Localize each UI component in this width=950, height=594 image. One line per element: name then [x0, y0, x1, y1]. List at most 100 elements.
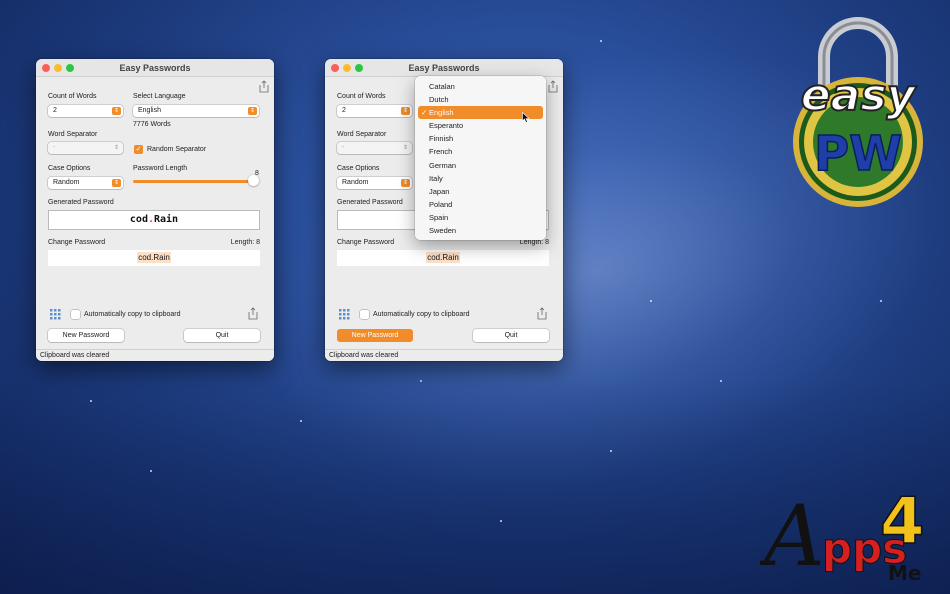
checkmark-icon: ✓: [421, 108, 428, 118]
select-language-popup[interactable]: English ⇕: [133, 105, 259, 117]
window-titlebar: Easy Passwords: [325, 59, 563, 77]
word-separator-label: Word Separator: [48, 131, 98, 138]
language-option-label: German: [429, 160, 457, 170]
word-separator-value: -: [342, 144, 345, 151]
case-options-value: Random: [53, 179, 80, 186]
language-option-catalan[interactable]: Catalan: [415, 80, 546, 93]
case-options-value: Random: [342, 179, 369, 186]
logo-apps-a: A: [760, 487, 825, 585]
language-option-label: French: [429, 147, 453, 157]
generated-password-label: Generated Password: [337, 199, 403, 206]
language-option-label: Japan: [429, 186, 450, 196]
language-option-label: Finnish: [429, 134, 454, 144]
language-option-spain[interactable]: Spain: [415, 211, 546, 224]
language-dropdown-menu: Catalan Dutch ✓ English Esperanto Finnish Fren…: [415, 76, 546, 240]
case-options-popup[interactable]: Random ⇕: [48, 177, 123, 189]
zoom-window-button[interactable]: [355, 64, 363, 72]
share-icon[interactable]: [248, 307, 258, 320]
quit-button[interactable]: Quit: [473, 329, 549, 342]
grid-icon[interactable]: [339, 309, 350, 320]
change-password-field[interactable]: cod.Rain: [337, 250, 549, 266]
logo-easy-text: easy: [801, 70, 918, 121]
grid-icon[interactable]: [50, 309, 61, 320]
select-language-label: Select Language: [133, 93, 186, 100]
close-window-button[interactable]: [42, 64, 50, 72]
language-option-poland[interactable]: Poland: [415, 198, 546, 211]
change-password-value: cod.Rain: [426, 252, 460, 263]
generated-password-label: Generated Password: [48, 199, 114, 206]
language-option-french[interactable]: French: [415, 145, 546, 158]
change-password-label: Change Password: [48, 239, 106, 246]
share-icon[interactable]: [537, 307, 547, 320]
chevron-updown-icon: ⇕: [401, 107, 410, 115]
password-length-readout: Length: 8: [230, 239, 260, 246]
new-password-button[interactable]: New Password: [337, 329, 413, 342]
share-icon[interactable]: [259, 80, 269, 93]
window-title: Easy Passwords: [119, 63, 191, 73]
language-option-label: Esperanto: [429, 121, 464, 131]
language-option-dutch[interactable]: Dutch: [415, 93, 546, 106]
language-option-label: Sweden: [429, 226, 457, 236]
auto-copy-checkbox[interactable]: [360, 310, 369, 319]
case-options-popup[interactable]: Random ⇕: [337, 177, 412, 189]
window-titlebar: Easy Passwords: [36, 59, 274, 77]
language-option-japan[interactable]: Japan: [415, 185, 546, 198]
chevron-updown-icon: ⇕: [113, 145, 120, 151]
generated-password-part: Rain: [154, 214, 179, 225]
language-option-finnish[interactable]: Finnish: [415, 132, 546, 145]
share-icon[interactable]: [548, 80, 558, 93]
random-separator-label: Random Separator: [147, 146, 207, 153]
auto-copy-label: Automatically copy to clipboard: [84, 311, 181, 318]
minimize-window-button[interactable]: [54, 64, 62, 72]
word-separator-value: -: [53, 144, 56, 151]
language-option-sweden[interactable]: Sweden: [415, 224, 546, 237]
new-password-button[interactable]: New Password: [48, 329, 124, 342]
count-of-words-value: 2: [342, 107, 346, 114]
chevron-updown-icon: ⇕: [112, 179, 121, 187]
change-password-field[interactable]: cod.Rain: [48, 250, 260, 266]
password-length-label: Password Length: [133, 165, 188, 172]
word-separator-popup[interactable]: - ⇕: [48, 142, 123, 154]
chevron-updown-icon: ⇕: [401, 179, 410, 187]
random-separator-checkbox[interactable]: ✓: [134, 145, 143, 154]
count-of-words-label: Count of Words: [337, 93, 386, 100]
language-option-label: Poland: [429, 199, 453, 209]
apps4me-logo: A 4 pps Me: [760, 485, 925, 585]
language-option-label: English: [429, 108, 454, 118]
minimize-window-button[interactable]: [343, 64, 351, 72]
close-window-button[interactable]: [331, 64, 339, 72]
chevron-updown-icon: ⇕: [248, 107, 257, 115]
change-password-value: cod.Rain: [137, 252, 171, 263]
case-options-label: Case Options: [337, 165, 380, 172]
select-language-value: English: [138, 107, 161, 114]
change-password-label: Change Password: [337, 239, 395, 246]
auto-copy-checkbox[interactable]: [71, 310, 80, 319]
quit-button[interactable]: Quit: [184, 329, 260, 342]
count-of-words-value: 2: [53, 107, 57, 114]
status-bar: Clipboard was cleared: [325, 349, 563, 361]
password-length-slider-knob[interactable]: [248, 175, 259, 186]
status-text: Clipboard was cleared: [40, 352, 110, 359]
count-of-words-popup[interactable]: 2 ⇕: [48, 105, 123, 117]
auto-copy-label: Automatically copy to clipboard: [373, 311, 470, 318]
count-of-words-popup[interactable]: 2 ⇕: [337, 105, 412, 117]
word-separator-label: Word Separator: [337, 131, 387, 138]
password-length-slider-track[interactable]: [133, 180, 255, 183]
word-separator-popup[interactable]: - ⇕: [337, 142, 412, 154]
zoom-window-button[interactable]: [66, 64, 74, 72]
generated-password-field[interactable]: cod.Rain: [48, 210, 260, 230]
easy-passwords-window-1: Easy Passwords Count of Words 2 ⇕ Select…: [36, 59, 274, 361]
case-options-label: Case Options: [48, 165, 91, 172]
chevron-updown-icon: ⇕: [402, 145, 409, 151]
chevron-updown-icon: ⇕: [112, 107, 121, 115]
language-option-label: Catalan: [429, 82, 455, 91]
window-title: Easy Passwords: [408, 63, 480, 73]
language-option-label: Spain: [429, 212, 449, 222]
language-option-german[interactable]: German: [415, 159, 546, 172]
language-option-italy[interactable]: Italy: [415, 172, 546, 185]
password-length-readout: Length: 8: [519, 239, 549, 246]
easy-pw-logo: easy PW: [793, 17, 923, 207]
logo-apps-me: Me: [888, 561, 921, 585]
logo-pw-text: PW: [814, 126, 902, 182]
status-text: Clipboard was cleared: [329, 352, 399, 359]
